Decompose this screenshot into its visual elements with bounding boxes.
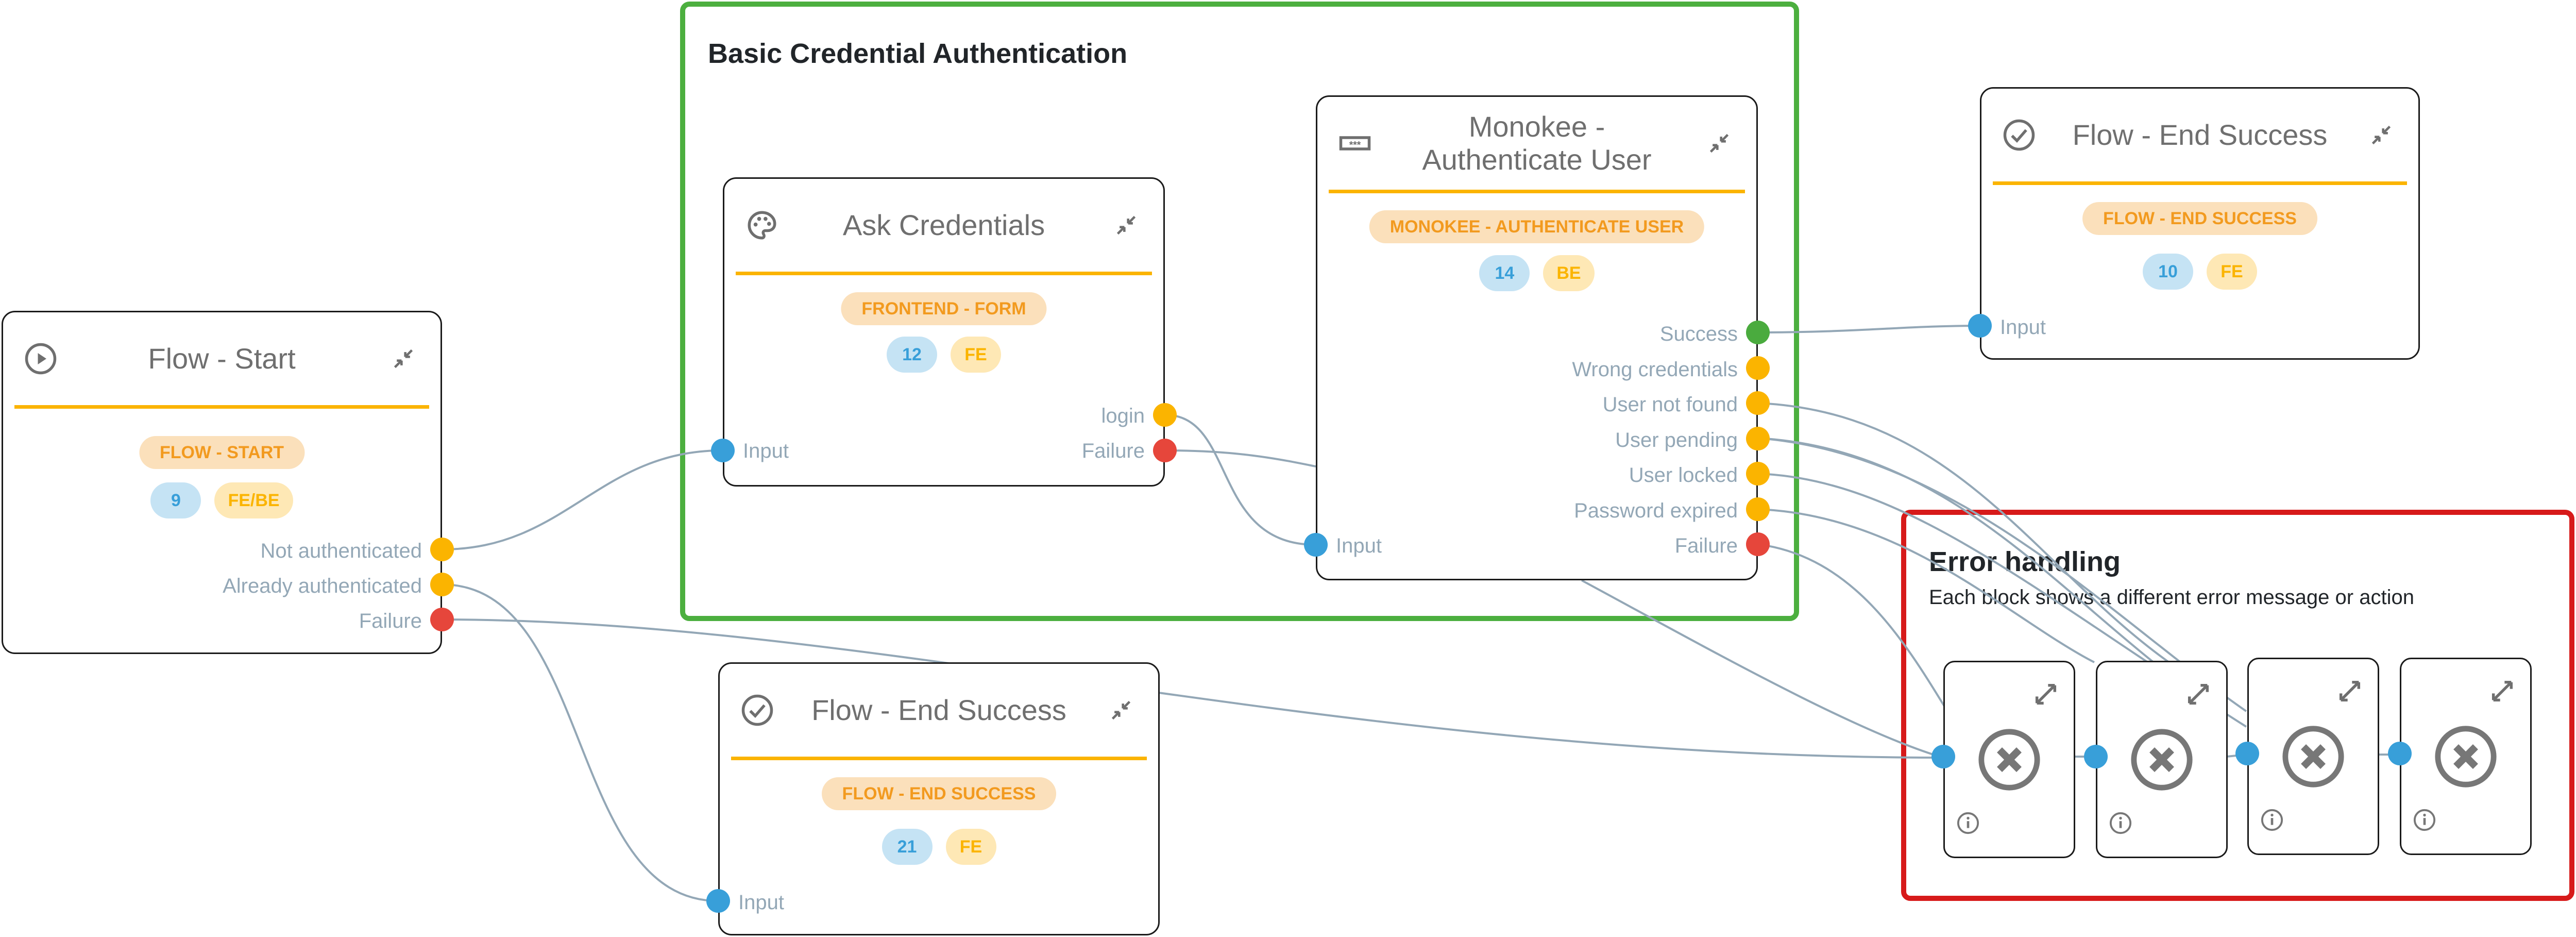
node-title-line: Monokee - — [1468, 110, 1605, 143]
port-output-user-pending[interactable] — [1746, 427, 1770, 450]
port-output-not-authenticated[interactable] — [430, 538, 454, 561]
node-divider — [731, 757, 1147, 760]
port-label: Input — [738, 891, 784, 914]
port-label: Failure — [359, 610, 422, 632]
node-title: Flow - End Success — [811, 694, 1066, 726]
node-divider — [736, 272, 1152, 275]
node-divider — [1993, 181, 2407, 185]
port-output-user-locked[interactable] — [1746, 462, 1770, 486]
port-output-wrong-credentials[interactable] — [1746, 356, 1770, 380]
port-label: User locked — [1629, 464, 1738, 487]
node-type-label: MONOKEE - AUTHENTICATE USER — [1369, 210, 1705, 243]
node-env-badge: FE — [2207, 254, 2257, 290]
port-label: Input — [1336, 534, 1382, 557]
port-input[interactable] — [2235, 742, 2259, 765]
node-env-badge: FE — [951, 337, 1001, 373]
port-output-failure[interactable] — [1153, 439, 1177, 462]
port-label: Failure — [1081, 440, 1145, 462]
check-circle-icon — [2003, 119, 2035, 151]
palette-icon — [748, 211, 776, 240]
port-input[interactable] — [1304, 533, 1328, 557]
port-input[interactable] — [711, 439, 735, 462]
check-circle-icon — [741, 694, 773, 726]
port-input[interactable] — [1968, 314, 1992, 338]
node-type-label: FLOW - END SUCCESS — [2082, 202, 2317, 235]
node-id-badge: 21 — [882, 829, 933, 865]
collapse-icon[interactable] — [1115, 214, 1138, 237]
node-env-badge: BE — [1543, 255, 1595, 291]
node-title: Flow - End Success — [2072, 119, 2328, 151]
port-label: Input — [2000, 316, 2046, 339]
error-block[interactable] — [1943, 661, 2075, 858]
port-label: Success — [1659, 323, 1738, 345]
port-output-success[interactable] — [1746, 321, 1770, 344]
close-circle-icon — [1978, 728, 2040, 791]
collapse-icon[interactable] — [392, 347, 415, 370]
node-divider — [1329, 190, 1745, 193]
node-id-badge: 12 — [887, 337, 937, 373]
error-block[interactable] — [2400, 658, 2532, 855]
node-id-badge: 14 — [1479, 255, 1530, 291]
port-label: Not authenticated — [260, 540, 422, 562]
node-ask-credentials[interactable]: Ask Credentials FRONTEND - FORM 12 FE In… — [723, 177, 1165, 487]
port-input[interactable] — [706, 889, 730, 913]
expand-icon[interactable] — [2032, 681, 2059, 708]
svg-text:***: *** — [1349, 140, 1361, 151]
info-icon[interactable] — [2109, 811, 2132, 835]
error-block[interactable] — [2247, 658, 2379, 855]
node-monokee-authenticate-user[interactable]: *** Monokee - Authenticate User MONOKEE … — [1316, 95, 1758, 580]
port-output-failure[interactable] — [1746, 532, 1770, 556]
info-icon[interactable] — [2413, 808, 2436, 832]
node-title: Monokee - Authenticate User — [1422, 110, 1651, 176]
expand-icon[interactable] — [2185, 681, 2212, 708]
collapse-icon[interactable] — [1110, 699, 1132, 722]
close-circle-icon — [2435, 725, 2497, 788]
port-label: login — [1101, 405, 1145, 427]
port-label: User not found — [1602, 393, 1738, 416]
port-input[interactable] — [2388, 742, 2412, 765]
node-id-badge: 10 — [2143, 254, 2193, 290]
port-label: Password expired — [1574, 499, 1738, 522]
port-output-password-expired[interactable] — [1746, 497, 1770, 521]
node-id-badge: 9 — [150, 482, 201, 518]
info-icon[interactable] — [2260, 808, 2284, 832]
node-env-badge: FE/BE — [214, 482, 293, 518]
node-title: Ask Credentials — [842, 209, 1045, 241]
node-divider — [14, 405, 429, 409]
group-subtitle: Each block shows a different error messa… — [1929, 586, 2414, 609]
collapse-icon[interactable] — [2370, 124, 2393, 146]
close-circle-icon — [2131, 728, 2193, 791]
expand-icon[interactable] — [2489, 678, 2516, 705]
port-output-failure[interactable] — [430, 608, 454, 631]
node-type-label: FLOW - START — [139, 436, 305, 469]
port-output-login[interactable] — [1153, 403, 1177, 427]
info-icon[interactable] — [1956, 811, 1980, 835]
port-label: Already authenticated — [223, 575, 422, 597]
group-title: Basic Credential Authentication — [708, 38, 1128, 69]
port-label: Input — [743, 440, 789, 462]
port-input[interactable] — [1931, 745, 1955, 768]
node-flow-end-success-bottom[interactable]: Flow - End Success FLOW - END SUCCESS 21… — [718, 662, 1160, 935]
port-label: User pending — [1615, 429, 1738, 451]
node-flow-start[interactable]: Flow - Start FLOW - START 9 FE/BE Not au… — [2, 311, 442, 654]
node-type-label: FRONTEND - FORM — [841, 292, 1047, 325]
node-type-label: FLOW - END SUCCESS — [821, 777, 1057, 810]
group-title: Error handling — [1929, 546, 2121, 577]
play-circle-icon — [25, 343, 57, 375]
port-label: Failure — [1674, 534, 1738, 557]
port-output-user-not-found[interactable] — [1746, 391, 1770, 415]
close-circle-icon — [2282, 725, 2344, 788]
node-title-line: Authenticate User — [1422, 143, 1652, 176]
port-label: Wrong credentials — [1572, 358, 1738, 381]
collapse-icon[interactable] — [1708, 132, 1731, 155]
error-block[interactable] — [2096, 661, 2228, 858]
password-icon: *** — [1339, 136, 1371, 151]
port-input[interactable] — [2084, 745, 2108, 768]
node-title: Flow - Start — [148, 342, 296, 375]
port-output-already-authenticated[interactable] — [430, 573, 454, 596]
node-flow-end-success-top[interactable]: Flow - End Success FLOW - END SUCCESS 10… — [1980, 87, 2420, 360]
expand-icon[interactable] — [2336, 678, 2363, 705]
edge-start-failure-to-error1[interactable] — [442, 618, 1944, 759]
node-env-badge: FE — [945, 829, 996, 865]
